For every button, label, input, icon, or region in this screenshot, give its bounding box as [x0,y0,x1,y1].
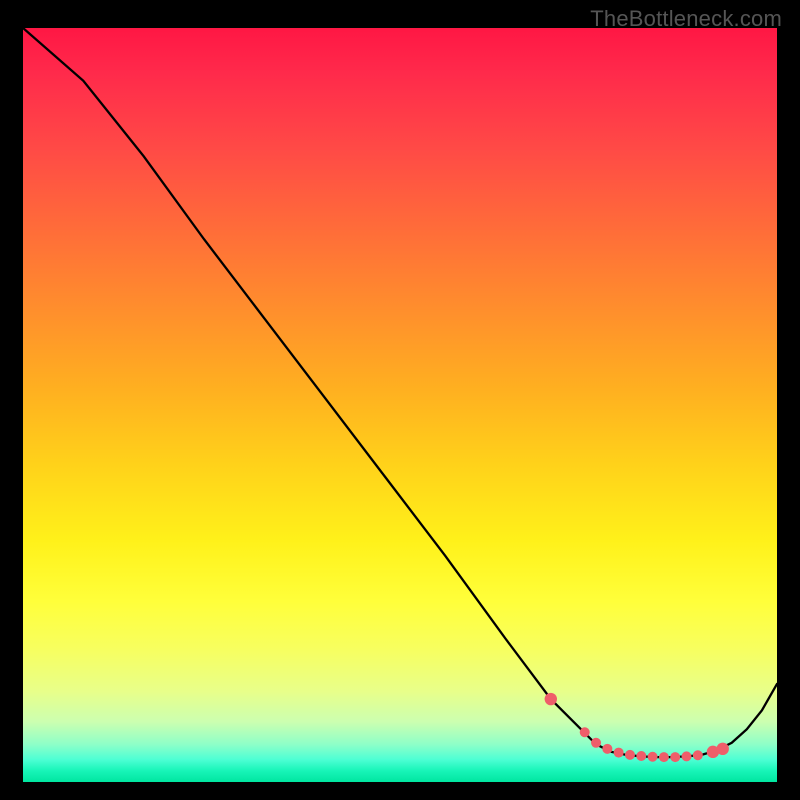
curve-marker [614,748,624,758]
curve-marker [580,727,590,737]
bottleneck-curve [23,28,777,757]
curve-marker [693,750,703,760]
plot-area [23,28,777,782]
curve-marker [625,750,635,760]
chart-frame: TheBottleneck.com [0,0,800,800]
curve-marker [602,744,612,754]
curve-marker [682,751,692,761]
curve-marker [636,751,646,761]
curve-marker [591,738,601,748]
curve-marker [545,693,557,705]
curve-marker [670,752,680,762]
curve-layer [23,28,777,782]
marker-group [545,693,729,762]
curve-marker [659,752,669,762]
curve-marker [717,743,729,755]
curve-marker [648,752,658,762]
